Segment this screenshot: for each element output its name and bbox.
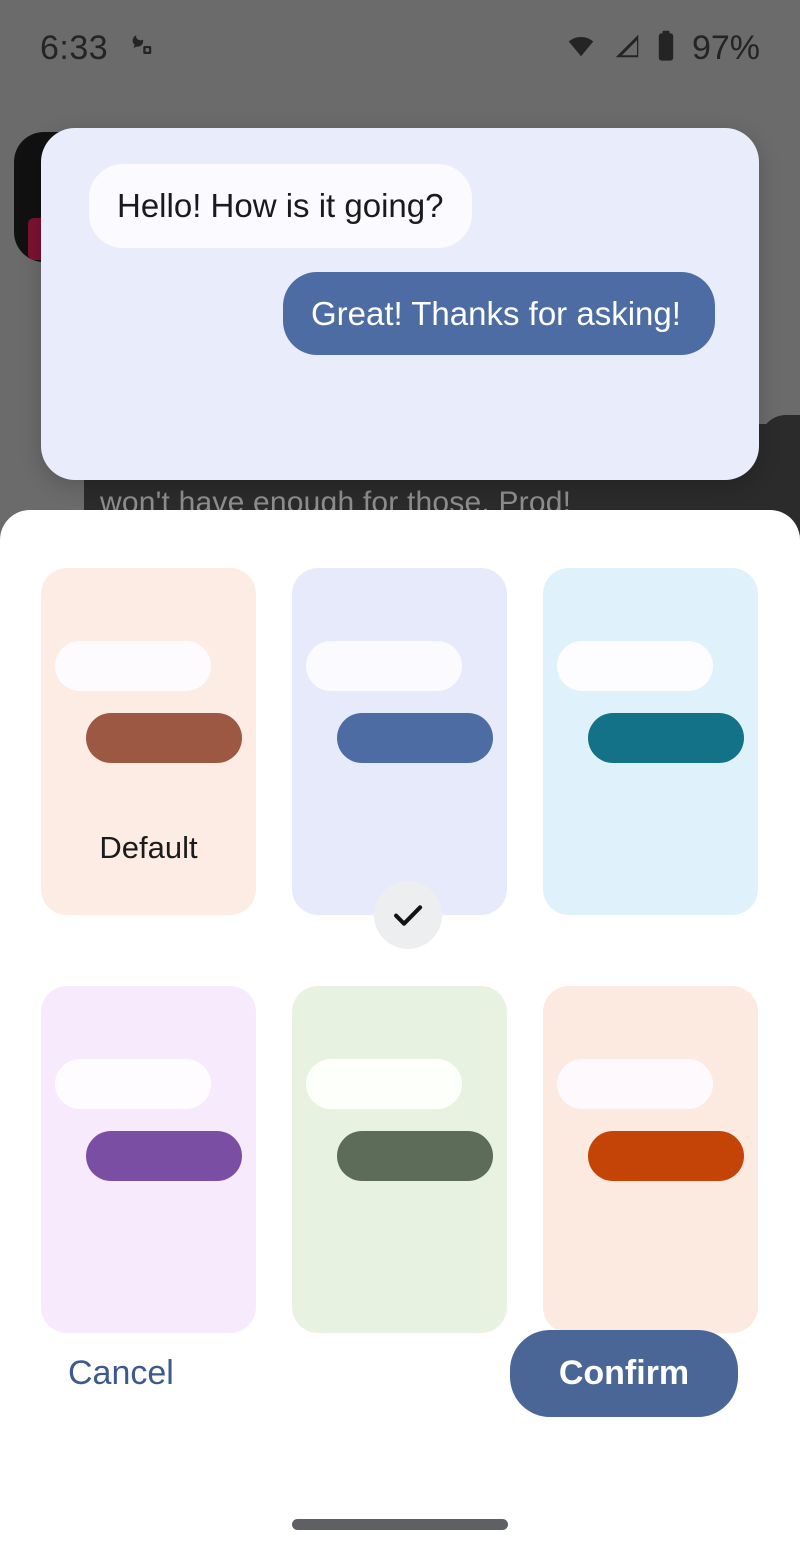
theme-outgoing-bubble-swatch [337, 713, 493, 763]
theme-card-default[interactable]: Default [41, 568, 256, 915]
conversation-preview-card: Hello! How is it going? Great! Thanks fo… [41, 128, 759, 480]
theme-picker-sheet: Default Cancel Confirm [0, 510, 800, 1550]
theme-card-purple[interactable] [41, 986, 256, 1333]
theme-card-blue[interactable] [292, 568, 507, 949]
selected-check-badge [373, 881, 442, 949]
app-notification-icon [126, 31, 156, 66]
home-indicator[interactable] [292, 1519, 508, 1530]
confirm-button[interactable]: Confirm [510, 1330, 738, 1417]
phone-screen: won't have enough for those. Prod! 6:33 [0, 0, 800, 1550]
check-icon [393, 905, 422, 926]
theme-card-green[interactable] [292, 986, 507, 1333]
cellular-signal-icon [610, 31, 644, 66]
theme-preview-bubbles [543, 1059, 758, 1181]
theme-incoming-bubble-swatch [557, 1059, 713, 1109]
preview-outgoing-bubble: Great! Thanks for asking! [283, 271, 715, 356]
theme-outgoing-bubble-swatch [337, 1131, 493, 1181]
theme-card-teal[interactable] [543, 568, 758, 915]
theme-preview-bubbles [292, 641, 507, 763]
theme-preview-bubbles [41, 641, 256, 763]
theme-incoming-bubble-swatch [55, 1059, 211, 1109]
theme-preview-bubbles [41, 1059, 256, 1181]
status-bar-right: 97% [562, 29, 760, 68]
theme-outgoing-bubble-swatch [588, 713, 744, 763]
cancel-button[interactable]: Cancel [62, 1340, 180, 1407]
wifi-icon [562, 31, 600, 66]
theme-card-label: Default [99, 830, 198, 865]
sheet-action-row: Cancel Confirm [0, 1330, 800, 1417]
theme-outgoing-bubble-swatch [86, 1131, 242, 1181]
theme-outgoing-bubble-swatch [86, 713, 242, 763]
theme-grid: Default [41, 568, 759, 1333]
status-bar-clock: 6:33 [40, 28, 109, 67]
theme-incoming-bubble-swatch [55, 641, 211, 691]
battery-percentage: 97% [691, 28, 760, 67]
theme-card-orange[interactable] [543, 986, 758, 1333]
theme-incoming-bubble-swatch [306, 1059, 462, 1109]
status-bar: 6:33 97% [0, 0, 800, 96]
theme-outgoing-bubble-swatch [588, 1131, 744, 1181]
theme-incoming-bubble-swatch [557, 641, 713, 691]
preview-incoming-bubble: Hello! How is it going? [89, 164, 472, 248]
theme-preview-bubbles [543, 641, 758, 763]
theme-preview-bubbles [292, 1059, 507, 1181]
status-bar-left: 6:33 [40, 29, 156, 68]
battery-icon [654, 30, 678, 67]
theme-incoming-bubble-swatch [306, 641, 462, 691]
